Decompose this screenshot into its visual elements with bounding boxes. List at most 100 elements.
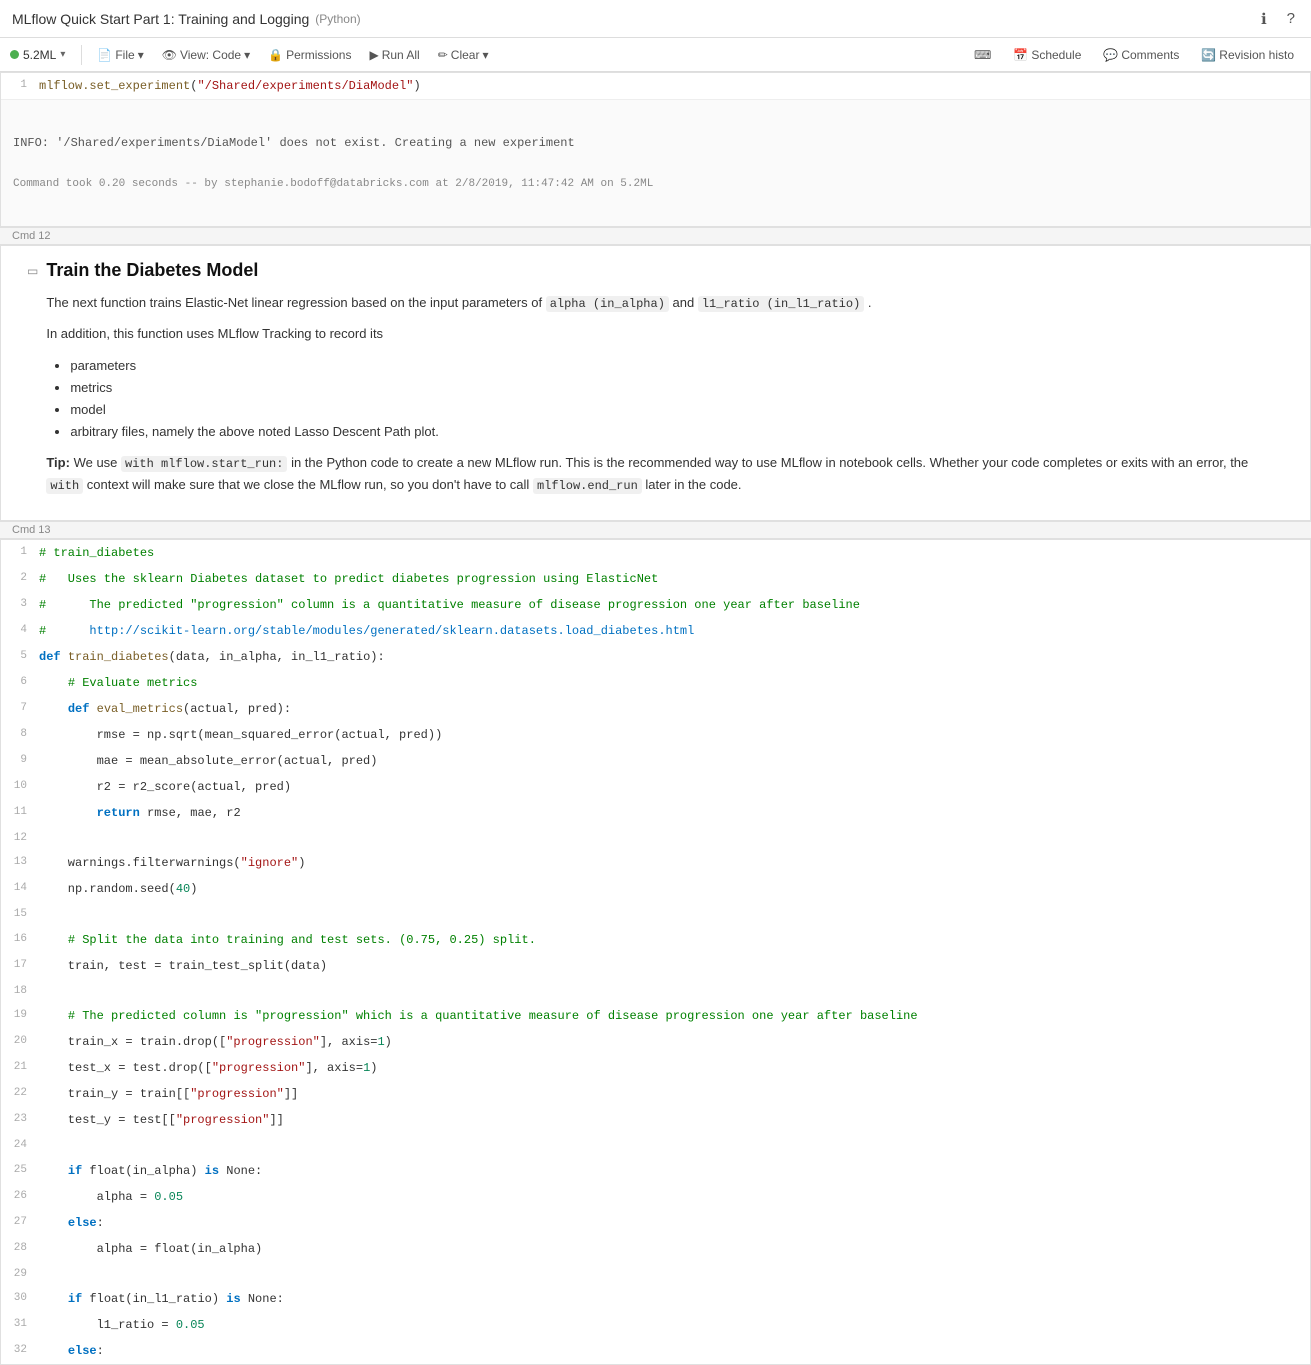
notebook-lang: (Python) bbox=[315, 12, 360, 26]
kw-else-32: else bbox=[68, 1344, 97, 1358]
code-c-13[interactable]: warnings.filterwarnings("ignore") bbox=[33, 850, 1310, 876]
output-meta-text: Command took 0.20 seconds -- by stephani… bbox=[13, 178, 1298, 190]
markdown-cell-diabetes: ▭ Train the Diabetes Model The next func… bbox=[0, 245, 1311, 521]
code-c-22[interactable]: train_y = train[["progression"]] bbox=[33, 1081, 1310, 1107]
code-c-10[interactable]: r2 = r2_score(actual, pred) bbox=[33, 774, 1310, 800]
code-line-cmd13-30: 30 if float(in_l1_ratio) is None: bbox=[1, 1286, 1310, 1312]
notebook-title: MLflow Quick Start Part 1: Training and … bbox=[12, 11, 309, 27]
file-button[interactable]: 📄 File ▾ bbox=[90, 45, 150, 65]
toolbar-right: ⌨ 📅 Schedule 💬 Comments 🔄 Revision histo bbox=[967, 45, 1301, 65]
view-code-button[interactable]: 👁 View: Code ▾ bbox=[155, 45, 257, 65]
schedule-button[interactable]: 📅 Schedule bbox=[1006, 45, 1088, 65]
ln-9: 9 bbox=[1, 748, 33, 773]
permissions-icon: 🔒 bbox=[268, 48, 283, 62]
code-c-20[interactable]: train_x = train.drop(["progression"], ax… bbox=[33, 1029, 1310, 1055]
code-str-path: "/Shared/experiments/DiaModel" bbox=[197, 79, 413, 93]
ln-13: 13 bbox=[1, 850, 33, 875]
code-c-19[interactable]: # The predicted column is "progression" … bbox=[33, 1003, 1310, 1029]
str-progression-22: "progression" bbox=[190, 1087, 284, 1101]
code-c-9[interactable]: mae = mean_absolute_error(actual, pred) bbox=[33, 748, 1310, 774]
code-c-5[interactable]: def train_diabetes(data, in_alpha, in_l1… bbox=[33, 644, 1310, 670]
para1-after: . bbox=[868, 295, 872, 310]
num-1-20: 1 bbox=[377, 1035, 384, 1049]
clear-button[interactable]: ✏ Clear ▾ bbox=[431, 45, 496, 65]
revision-button[interactable]: 🔄 Revision histo bbox=[1194, 45, 1301, 65]
code-c-2[interactable]: # Uses the sklearn Diabetes dataset to p… bbox=[33, 566, 1310, 592]
code-c-32[interactable]: else: bbox=[33, 1338, 1310, 1364]
code-line-cmd13-26: 26 alpha = 0.05 bbox=[1, 1184, 1310, 1210]
help-icon-button[interactable]: ? bbox=[1283, 8, 1299, 29]
code-c-18[interactable] bbox=[33, 979, 1310, 987]
code-line-content-1[interactable]: mlflow.set_experiment("/Shared/experimen… bbox=[33, 73, 1310, 99]
code-line-cmd13-8: 8 rmse = np.sqrt(mean_squared_error(actu… bbox=[1, 722, 1310, 748]
tip-code3: mlflow.end_run bbox=[533, 478, 642, 494]
code-c-3[interactable]: # The predicted "progression" column is … bbox=[33, 592, 1310, 618]
bullet-parameters: parameters bbox=[70, 355, 1286, 377]
comments-button[interactable]: 💬 Comments bbox=[1096, 45, 1186, 65]
ln-31: 31 bbox=[1, 1312, 33, 1337]
run-all-button[interactable]: ▶ Run All bbox=[362, 45, 426, 65]
code-c-14[interactable]: np.random.seed(40) bbox=[33, 876, 1310, 902]
code-c-12[interactable] bbox=[33, 826, 1310, 834]
code-c-4[interactable]: # http://scikit-learn.org/stable/modules… bbox=[33, 618, 1310, 644]
ln-16: 16 bbox=[1, 927, 33, 952]
code-line-cmd13-12: 12 bbox=[1, 826, 1310, 851]
cmd-label-12: Cmd 12 bbox=[0, 227, 1311, 245]
cm-6: # Evaluate metrics bbox=[68, 676, 198, 690]
code-line-cmd13-14: 14 np.random.seed(40) bbox=[1, 876, 1310, 902]
code-c-26[interactable]: alpha = 0.05 bbox=[33, 1184, 1310, 1210]
collapse-button[interactable]: ▭ bbox=[25, 264, 40, 278]
code-line-cmd13-5: 5 def train_diabetes(data, in_alpha, in_… bbox=[1, 644, 1310, 670]
code-line-cmd13-29: 29 bbox=[1, 1262, 1310, 1287]
code-c-31[interactable]: l1_ratio = 0.05 bbox=[33, 1312, 1310, 1338]
code-c-24[interactable] bbox=[33, 1133, 1310, 1141]
code-c-8[interactable]: rmse = np.sqrt(mean_squared_error(actual… bbox=[33, 722, 1310, 748]
str-ignore: "ignore" bbox=[241, 856, 299, 870]
ln-6: 6 bbox=[1, 670, 33, 695]
code-cell-cmd12: 1 mlflow.set_experiment("/Shared/experim… bbox=[0, 72, 1311, 227]
code-line-cmd13-4: 4 # http://scikit-learn.org/stable/modul… bbox=[1, 618, 1310, 644]
tip-code1: with mlflow.start_run: bbox=[121, 456, 287, 472]
code-line-cmd13-3: 3 # The predicted "progression" column i… bbox=[1, 592, 1310, 618]
keyboard-icon-button[interactable]: ⌨ bbox=[967, 45, 998, 65]
code-c-23[interactable]: test_y = test[["progression"]] bbox=[33, 1107, 1310, 1133]
view-code-label: View: Code bbox=[180, 48, 241, 62]
toolbar: 5.2ML ▾ 📄 File ▾ 👁 View: Code ▾ 🔒 Permis… bbox=[0, 38, 1311, 72]
notebook: 1 mlflow.set_experiment("/Shared/experim… bbox=[0, 72, 1311, 1365]
kw-def-7: def bbox=[68, 702, 90, 716]
code-c-29[interactable] bbox=[33, 1262, 1310, 1270]
permissions-button[interactable]: 🔒 Permissions bbox=[261, 45, 358, 65]
ln-28: 28 bbox=[1, 1236, 33, 1261]
run-all-label: Run All bbox=[382, 48, 420, 62]
code-c-16[interactable]: # Split the data into training and test … bbox=[33, 927, 1310, 953]
ln-3: 3 bbox=[1, 592, 33, 617]
code-line-cmd13-7: 7 def eval_metrics(actual, pred): bbox=[1, 696, 1310, 722]
tip-code2: with bbox=[46, 478, 83, 494]
line-number-1: 1 bbox=[1, 73, 33, 98]
cluster-selector[interactable]: 5.2ML ▾ bbox=[10, 48, 65, 62]
fn-eval: eval_metrics bbox=[97, 702, 183, 716]
code-c-15[interactable] bbox=[33, 902, 1310, 910]
code-line-cmd13-13: 13 warnings.filterwarnings("ignore") bbox=[1, 850, 1310, 876]
markdown-heading: Train the Diabetes Model bbox=[46, 260, 1286, 281]
bullet-metrics: metrics bbox=[70, 377, 1286, 399]
output-area-cmd12: INFO: '/Shared/experiments/DiaModel' doe… bbox=[1, 99, 1310, 226]
code-c-28[interactable]: alpha = float(in_alpha) bbox=[33, 1236, 1310, 1262]
str-progression-20: "progression" bbox=[226, 1035, 320, 1049]
code-c-21[interactable]: test_x = test.drop(["progression"], axis… bbox=[33, 1055, 1310, 1081]
code-c-30[interactable]: if float(in_l1_ratio) is None: bbox=[33, 1286, 1310, 1312]
code-c-27[interactable]: else: bbox=[33, 1210, 1310, 1236]
para1-before: The next function trains Elastic-Net lin… bbox=[46, 295, 542, 310]
schedule-icon: 📅 bbox=[1013, 48, 1028, 62]
code-line-cmd13-32: 32 else: bbox=[1, 1338, 1310, 1364]
fn-train: train_diabetes bbox=[68, 650, 169, 664]
info-icon-button[interactable]: ℹ bbox=[1257, 8, 1271, 30]
code-c-11[interactable]: return rmse, mae, r2 bbox=[33, 800, 1310, 826]
code-c-1[interactable]: # train_diabetes bbox=[33, 540, 1310, 566]
code-line-cmd13-6: 6 # Evaluate metrics bbox=[1, 670, 1310, 696]
code-c-6[interactable]: # Evaluate metrics bbox=[33, 670, 1310, 696]
code-c-7[interactable]: def eval_metrics(actual, pred): bbox=[33, 696, 1310, 722]
bullet-model: model bbox=[70, 399, 1286, 421]
code-c-17[interactable]: train, test = train_test_split(data) bbox=[33, 953, 1310, 979]
ln-27: 27 bbox=[1, 1210, 33, 1235]
